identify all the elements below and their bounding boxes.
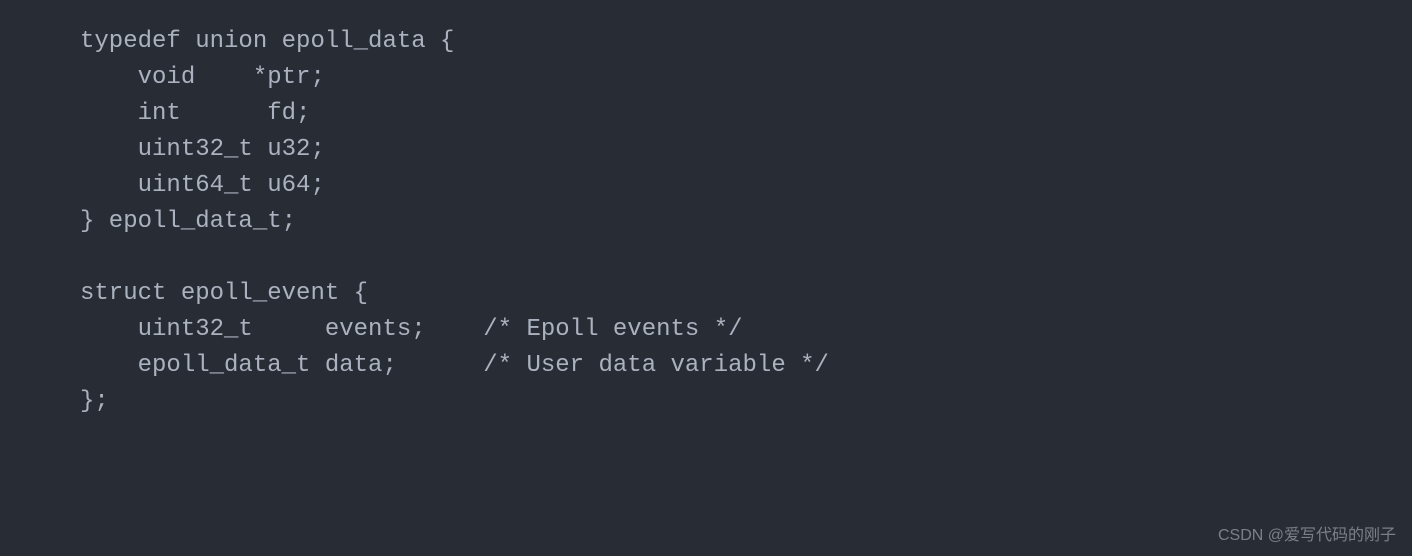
code-line: int fd; xyxy=(80,100,310,127)
watermark-text: CSDN @爱写代码的刚子 xyxy=(1218,524,1396,548)
code-line: }; xyxy=(80,388,109,415)
code-line: uint32_t events; /* Epoll events */ xyxy=(80,316,743,343)
code-line: void *ptr; xyxy=(80,64,325,91)
code-line: typedef union epoll_data { xyxy=(80,28,454,55)
code-line: uint32_t u32; xyxy=(80,136,325,163)
code-line: } epoll_data_t; xyxy=(80,208,296,235)
code-block: typedef union epoll_data { void *ptr; in… xyxy=(0,0,1412,420)
code-line: epoll_data_t data; /* User data variable… xyxy=(80,352,829,379)
code-line: uint64_t u64; xyxy=(80,172,325,199)
code-line: struct epoll_event { xyxy=(80,280,368,307)
